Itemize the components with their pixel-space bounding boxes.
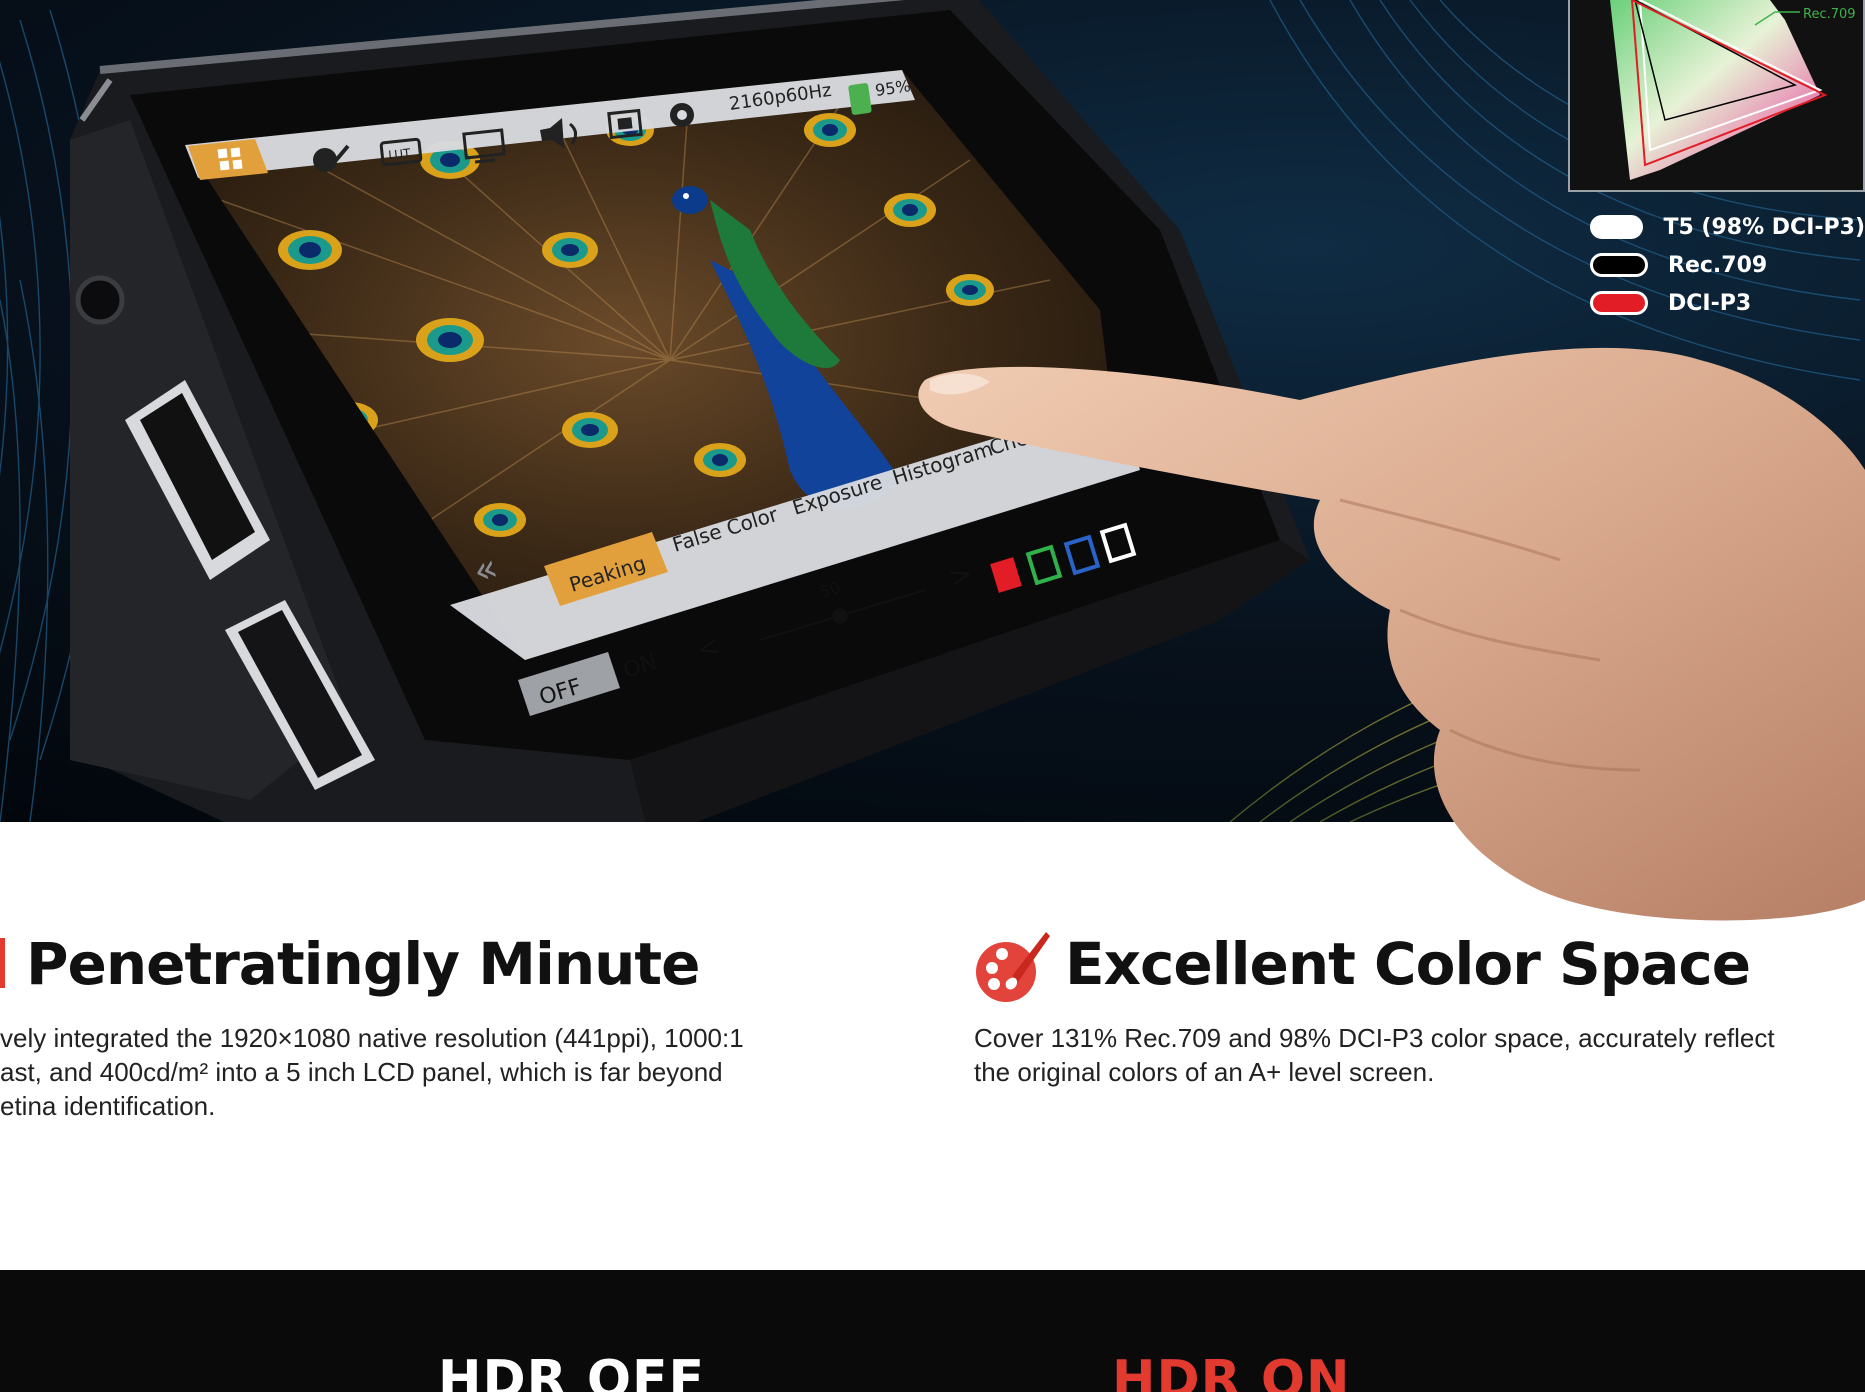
legend-item: T5 (98% DCI-P3) bbox=[1590, 208, 1865, 246]
legend-label: DCI-P3 bbox=[1668, 290, 1752, 316]
grid-menu-icon[interactable] bbox=[188, 139, 268, 180]
legend-label: T5 (98% DCI-P3) bbox=[1663, 214, 1865, 240]
lilliput-monitor: LUT 2160p60Hz 95% « Peaking False Color … bbox=[70, 0, 1310, 822]
legend-item: Rec.709 bbox=[1590, 246, 1865, 284]
hdr-off-label: HDR OFF bbox=[438, 1350, 706, 1392]
legend-swatch-red bbox=[1590, 291, 1648, 315]
gamut-legend: T5 (98% DCI-P3) Rec.709 DCI-P3 bbox=[1590, 208, 1865, 322]
svg-text:LUT: LUT bbox=[388, 146, 412, 162]
hdr-on-label: HDR ON bbox=[1112, 1350, 1351, 1392]
palette-brush-icon bbox=[972, 928, 1052, 1008]
feature-desc-left: vely integrated the 1920×1080 native res… bbox=[0, 1023, 744, 1121]
legend-swatch-white bbox=[1590, 215, 1644, 239]
legend-item: DCI-P3 bbox=[1590, 284, 1865, 322]
headphone-jack-icon bbox=[75, 275, 125, 325]
feature-title-right: Excellent Color Space bbox=[1065, 930, 1751, 998]
feature-desc-right: Cover 131% Rec.709 and 98% DCI-P3 color … bbox=[974, 1023, 1775, 1087]
hero-banner: LUT 2160p60Hz 95% « Peaking False Color … bbox=[0, 0, 1865, 822]
gamut-chart-label: Rec.709 bbox=[1803, 7, 1856, 22]
color-gamut-chart: Rec.709 bbox=[1568, 0, 1865, 192]
feature-accent-bar bbox=[0, 938, 5, 988]
hdr-comparison-band: HDR OFF HDR ON bbox=[0, 1270, 1865, 1392]
legend-label: Rec.709 bbox=[1668, 252, 1768, 278]
legend-swatch-black bbox=[1590, 253, 1648, 277]
gear-icon[interactable] bbox=[670, 103, 694, 127]
battery-icon bbox=[848, 83, 872, 115]
feature-title-left: Penetratingly Minute bbox=[26, 930, 700, 998]
